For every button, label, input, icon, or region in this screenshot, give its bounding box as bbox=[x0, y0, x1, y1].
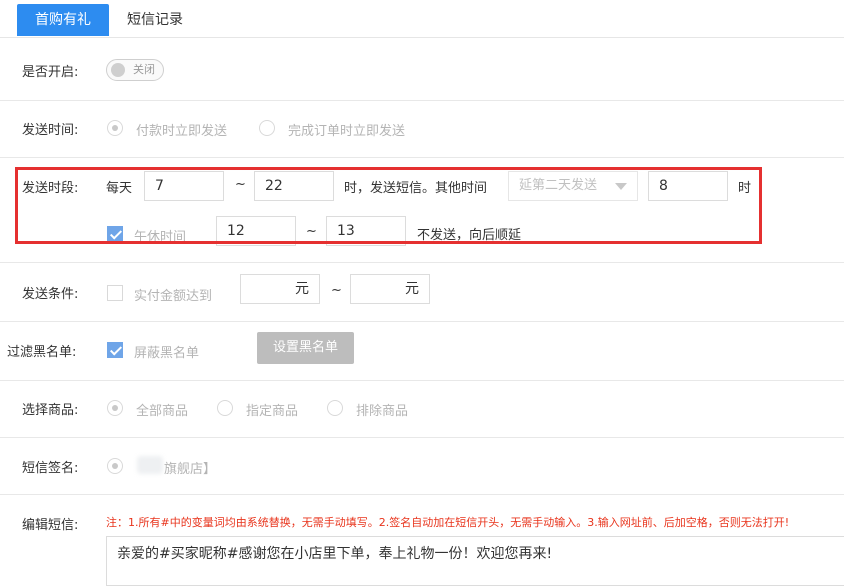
sms-content-textarea[interactable]: 亲爱的#买家昵称#感谢您在小店里下单，奉上礼物一份！欢迎您再来! bbox=[106, 536, 844, 586]
tilde-3: ~ bbox=[331, 283, 342, 298]
radio-pay-send[interactable] bbox=[107, 120, 123, 136]
edit-sms-label: 编辑短信: bbox=[22, 518, 79, 533]
radio-all-goods-label: 全部商品 bbox=[136, 404, 189, 419]
toggle-knob bbox=[111, 63, 125, 77]
min-amount-input[interactable]: 元 bbox=[240, 274, 320, 304]
goods-label: 选择商品: bbox=[22, 403, 79, 418]
edit-sms-note: 注：1.所有#中的变量词均由系统替换，无需手动填写。2.签名自动加在短信开头，无… bbox=[106, 516, 790, 529]
enable-toggle[interactable]: 关闭 bbox=[106, 59, 164, 81]
radio-complete-send[interactable] bbox=[259, 120, 275, 136]
tab-bar: 首购有礼 短信记录 bbox=[0, 0, 844, 38]
blacklist-checkbox-label: 屏蔽黑名单 bbox=[134, 346, 200, 361]
radio-signature[interactable] bbox=[107, 458, 123, 474]
radio-exclude-goods[interactable] bbox=[327, 400, 343, 416]
blacklist-label: 过滤黑名单: bbox=[7, 345, 77, 360]
row-goods bbox=[0, 381, 844, 438]
tab-first-purchase[interactable]: 首购有礼 bbox=[17, 4, 109, 36]
radio-complete-send-label: 完成订单时立即发送 bbox=[288, 124, 406, 139]
highlight-box bbox=[15, 167, 762, 244]
signature-value: 旗舰店】 bbox=[164, 462, 217, 477]
radio-all-goods[interactable] bbox=[107, 400, 123, 416]
radio-specified-goods[interactable] bbox=[217, 400, 233, 416]
tab-sms-records[interactable]: 短信记录 bbox=[113, 4, 197, 36]
condition-label: 发送条件: bbox=[22, 287, 79, 302]
radio-pay-send-label: 付款时立即发送 bbox=[136, 124, 228, 139]
blacklist-checkbox[interactable] bbox=[107, 342, 123, 358]
toggle-text: 关闭 bbox=[133, 63, 155, 76]
radio-specified-goods-label: 指定商品 bbox=[246, 404, 299, 419]
row-signature bbox=[0, 438, 844, 495]
set-blacklist-button[interactable]: 设置黑名单 bbox=[257, 332, 354, 364]
signature-label: 短信签名: bbox=[22, 461, 79, 476]
max-amount-input[interactable]: 元 bbox=[350, 274, 430, 304]
amount-checkbox-label: 实付金额达到 bbox=[134, 289, 213, 304]
radio-exclude-goods-label: 排除商品 bbox=[356, 404, 409, 419]
row-blacklist bbox=[0, 322, 844, 381]
amount-checkbox[interactable] bbox=[107, 285, 123, 301]
redacted-signature bbox=[137, 456, 163, 474]
enable-label: 是否开启: bbox=[22, 65, 79, 80]
send-time-label: 发送时间: bbox=[22, 123, 79, 138]
row-send-time bbox=[0, 101, 844, 158]
